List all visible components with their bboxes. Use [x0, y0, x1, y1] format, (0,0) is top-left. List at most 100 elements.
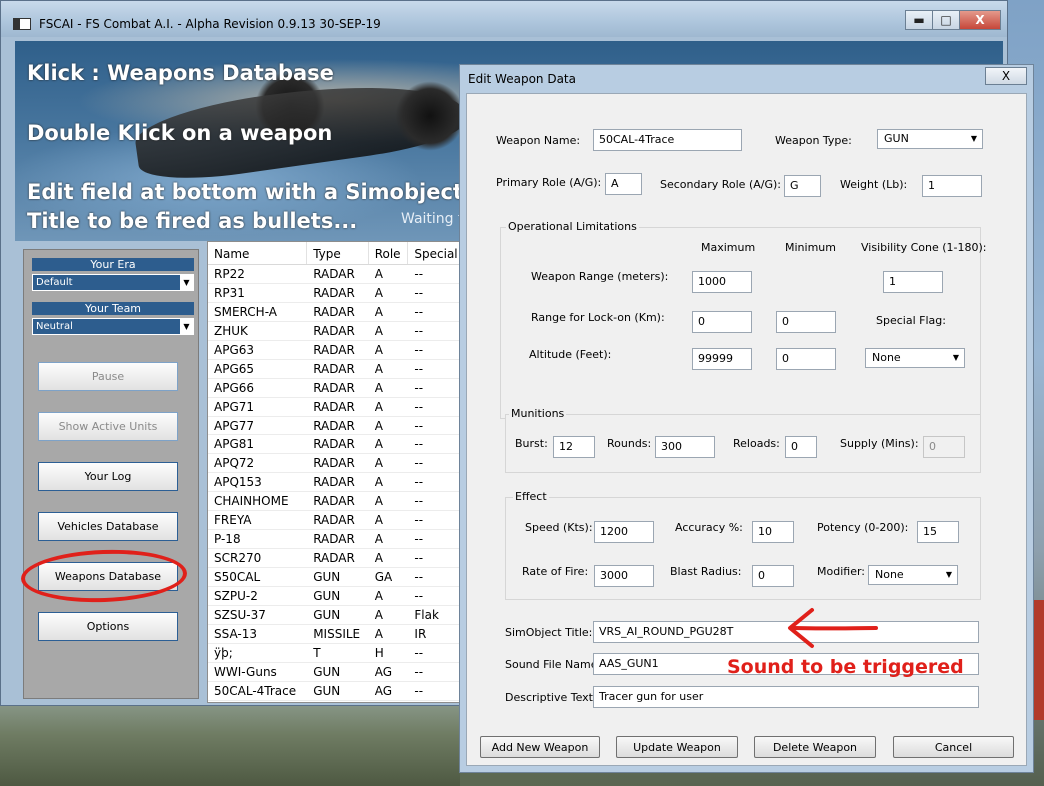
table-row[interactable]: 50CAL-4Trace GUN AG --	[208, 682, 462, 701]
table-row[interactable]: APG77 RADAR A --	[208, 417, 462, 436]
table-row[interactable]: SSA-13 MISSILE A IR	[208, 625, 462, 644]
dialog-close-button[interactable]: X	[985, 67, 1027, 85]
supply-field[interactable]: 0	[923, 436, 965, 458]
pause-button[interactable]: Pause	[38, 362, 178, 391]
row-role: H	[374, 645, 384, 660]
secondary-role-label: Secondary Role (A/G):	[660, 178, 781, 191]
weapon-name-field[interactable]: 50CAL-4Trace	[593, 129, 742, 151]
table-row[interactable]: APQ153 RADAR A --	[208, 473, 462, 493]
row-name: CHAINHOME	[214, 494, 289, 509]
weapon-type-value: GUN	[884, 132, 909, 145]
table-row[interactable]: SZSU-37 GUN A Flak	[208, 606, 462, 625]
accuracy-field[interactable]: 10	[752, 521, 794, 543]
table-row[interactable]: CHAINHOME RADAR A --	[208, 492, 462, 512]
banner-line-1: Klick : Weapons Database	[27, 61, 334, 85]
descriptive-text-field[interactable]: Tracer gun for user	[593, 686, 979, 708]
cancel-button[interactable]: Cancel	[893, 736, 1014, 758]
annotation-arrow	[788, 608, 878, 648]
table-row[interactable]: SCR270 RADAR A --	[208, 549, 462, 568]
weapon-type-label: Weapon Type:	[775, 134, 852, 147]
blast-radius-field[interactable]: 0	[752, 565, 794, 587]
special-flag-select[interactable]: None ▼	[865, 348, 965, 368]
row-role: A	[374, 399, 383, 414]
table-row[interactable]: RP31 RADAR A --	[208, 284, 462, 303]
rounds-field[interactable]: 300	[655, 436, 715, 458]
row-type: RADAR	[313, 323, 355, 338]
row-special: IR	[414, 626, 427, 641]
modifier-label: Modifier:	[817, 565, 865, 578]
chevron-down-icon[interactable]: ▼	[180, 319, 193, 334]
secondary-role-field[interactable]: G	[784, 175, 821, 197]
column-header-type[interactable]: Type	[307, 242, 369, 264]
table-row[interactable]: WWI-Guns GUN AG --	[208, 663, 462, 682]
potency-field[interactable]: 15	[917, 521, 959, 543]
era-select[interactable]: Default ▼	[32, 274, 194, 291]
speed-label: Speed (Kts):	[525, 521, 593, 534]
row-type: RADAR	[313, 551, 355, 566]
update-weapon-button[interactable]: Update Weapon	[616, 736, 738, 758]
table-row[interactable]: APG81 RADAR A --	[208, 435, 462, 455]
title-bar[interactable]: FSCAI - FS Combat A.I. - Alpha Revision …	[1, 1, 1007, 37]
row-role: A	[374, 475, 383, 490]
weapon-range-max-field[interactable]: 1000	[692, 271, 752, 293]
app-icon[interactable]	[13, 18, 31, 30]
table-row[interactable]: APG66 RADAR A --	[208, 379, 462, 398]
delete-weapon-button[interactable]: Delete Weapon	[754, 736, 876, 758]
row-name: RP31	[214, 285, 245, 300]
team-select[interactable]: Neutral ▼	[32, 318, 194, 335]
maximize-button[interactable]: □	[932, 10, 960, 30]
vehicles-database-button[interactable]: Vehicles Database	[38, 512, 178, 541]
column-header-name[interactable]: Name	[208, 242, 308, 264]
table-row[interactable]: RP22 RADAR A --	[208, 265, 462, 284]
table-row[interactable]: ZHUK RADAR A --	[208, 322, 462, 341]
minimize-button[interactable]: ▬	[905, 10, 933, 30]
row-role: A	[374, 285, 383, 300]
dialog-title: Edit Weapon Data	[468, 72, 576, 86]
weapon-type-select[interactable]: GUN ▼	[877, 129, 983, 149]
row-type: RADAR	[313, 304, 355, 319]
simobject-title-label: SimObject Title:	[505, 626, 593, 639]
table-row[interactable]: APG65 RADAR A --	[208, 360, 462, 379]
your-log-button[interactable]: Your Log	[38, 462, 178, 491]
close-button[interactable]: X	[959, 10, 1001, 30]
burst-label: Burst:	[515, 437, 548, 450]
weight-field[interactable]: 1	[922, 175, 982, 197]
table-row[interactable]: S50CAL GUN GA --	[208, 568, 462, 587]
burst-field[interactable]: 12	[553, 436, 595, 458]
options-button[interactable]: Options	[38, 612, 178, 641]
visibility-cone-field[interactable]: 1	[883, 271, 943, 293]
show-active-units-button[interactable]: Show Active Units	[38, 412, 178, 441]
table-row[interactable]: APG63 RADAR A --	[208, 341, 462, 360]
propeller-graphic	[395, 81, 465, 151]
lockon-max-field[interactable]: 0	[692, 311, 752, 333]
column-header-special[interactable]: Special	[408, 242, 462, 264]
column-header-role[interactable]: Role	[369, 242, 409, 264]
add-new-weapon-button[interactable]: Add New Weapon	[480, 736, 600, 758]
modifier-select[interactable]: None ▼	[868, 565, 958, 585]
altitude-min-field[interactable]: 0	[776, 348, 836, 370]
speed-field[interactable]: 1200	[594, 521, 654, 543]
descriptive-text-label: Descriptive Text:	[505, 691, 597, 704]
row-type: RADAR	[313, 437, 355, 452]
lockon-min-field[interactable]: 0	[776, 311, 836, 333]
rate-of-fire-field[interactable]: 3000	[594, 565, 654, 587]
chevron-down-icon[interactable]: ▼	[971, 130, 977, 148]
row-type: T	[313, 645, 321, 660]
reloads-field[interactable]: 0	[785, 436, 817, 458]
primary-role-field[interactable]: A	[605, 173, 642, 195]
chevron-down-icon[interactable]: ▼	[180, 275, 193, 290]
table-row[interactable]: ÿþ; T H --	[208, 644, 462, 663]
altitude-max-field[interactable]: 99999	[692, 348, 752, 370]
row-special: --	[414, 551, 424, 566]
table-row[interactable]: APQ72 RADAR A --	[208, 454, 462, 474]
table-row[interactable]: FREYA RADAR A --	[208, 511, 462, 531]
weapon-list[interactable]: Name Type Role Special RP22 RADAR A -- RP31 R…	[207, 241, 463, 703]
table-row[interactable]: SMERCH-A RADAR A --	[208, 303, 462, 322]
chevron-down-icon[interactable]: ▼	[946, 566, 952, 584]
table-row[interactable]: P-18 RADAR A --	[208, 530, 462, 550]
table-row[interactable]: APG71 RADAR A --	[208, 398, 462, 417]
table-row[interactable]: SZPU-2 GUN A --	[208, 587, 462, 606]
chevron-down-icon[interactable]: ▼	[953, 349, 959, 367]
modifier-value: None	[875, 568, 904, 581]
row-role: A	[374, 304, 383, 319]
